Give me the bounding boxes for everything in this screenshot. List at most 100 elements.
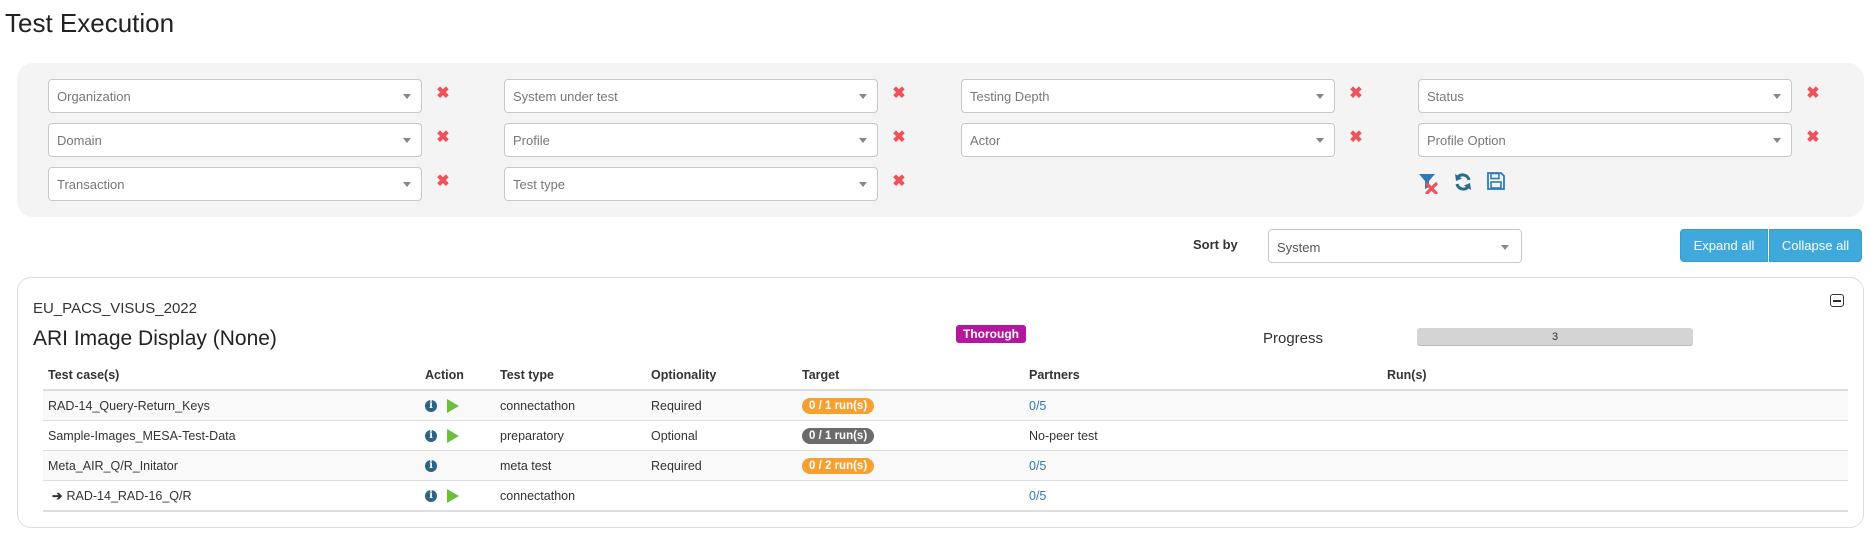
table-row: RAD-14_Query-Return_Keys i connectathon Req… (43, 389, 1848, 421)
cell-runs (1387, 420, 1848, 451)
filter-placeholder: Actor (970, 133, 1001, 148)
clear-filter-icon[interactable]: ✖ (892, 130, 906, 146)
cell-test-type: preparatory (495, 420, 646, 451)
chevron-down-icon (1773, 94, 1781, 99)
partners-value: No-peer test (1029, 428, 1098, 443)
col-target: Target (797, 361, 1024, 391)
collapse-all-button[interactable]: Collapse all (1769, 229, 1862, 262)
cell-runs (1387, 480, 1848, 512)
filter-placeholder: Transaction (57, 177, 125, 192)
chevron-down-icon (859, 94, 867, 99)
test-case-name[interactable]: RAD-14_RAD-16_Q/R (66, 489, 191, 503)
test-case-name[interactable]: Meta_AIR_Q/R_Initator (48, 459, 178, 473)
test-cases-table: Test case(s) Action Test type Optionalit… (43, 361, 1848, 512)
table-header-row: Test case(s) Action Test type Optionalit… (43, 361, 1848, 391)
target-runs-badge: 0 / 2 run(s) (802, 457, 875, 474)
cell-test-type: connectathon (495, 389, 646, 421)
chevron-down-icon (403, 94, 411, 99)
cell-action: i (420, 420, 495, 451)
cell-test-type: meta test (495, 450, 646, 481)
cell-runs (1387, 450, 1848, 481)
cell-partners: 0/5 (1024, 389, 1387, 421)
partners-value[interactable]: 0/5 (1029, 459, 1046, 473)
cell-test-case: Meta_AIR_Q/R_Initator (43, 450, 420, 481)
filter-placeholder: Status (1427, 89, 1464, 104)
refresh-icon[interactable] (1453, 172, 1473, 197)
cell-optionality: Required (646, 389, 797, 421)
cell-runs (1387, 389, 1848, 421)
cell-action: i (420, 450, 495, 481)
table-row: Sample-Images_MESA-Test-Data i preparatory… (43, 420, 1848, 451)
expand-all-button[interactable]: Expand all (1680, 229, 1768, 262)
clear-filter-icon[interactable]: ✖ (892, 174, 906, 190)
clear-filter-icon[interactable]: ✖ (436, 86, 450, 102)
collapse-card-icon[interactable] (1830, 294, 1844, 307)
clear-filter-icon[interactable]: ✖ (436, 174, 450, 190)
filter-placeholder: Profile (513, 133, 550, 148)
table-row: Meta_AIR_Q/R_Initator i meta test Required 0… (43, 450, 1848, 481)
cell-partners: 0/5 (1024, 450, 1387, 481)
filter-select-profile[interactable]: Profile (504, 123, 878, 157)
progress-bar: 3 (1417, 328, 1693, 346)
filter-select-organization[interactable]: Organization (48, 79, 422, 113)
target-runs-badge: 0 / 1 run(s) (802, 427, 875, 444)
clear-filter-icon[interactable]: ✖ (1349, 130, 1363, 146)
sort-by-label: Sort by (1193, 237, 1238, 252)
table-row: ➔ RAD-14_RAD-16_Q/R i connectathon 0/5 (43, 480, 1848, 512)
chevron-down-icon (859, 182, 867, 187)
cell-optionality: Required (646, 450, 797, 481)
clear-filter-icon[interactable]: ✖ (1806, 130, 1820, 146)
cell-test-type: connectathon (495, 480, 646, 512)
cell-target (797, 480, 1024, 512)
arrow-right-icon: ➔ (52, 489, 63, 503)
chevron-down-icon (403, 138, 411, 143)
cell-optionality (646, 480, 797, 512)
col-test-type: Test type (495, 361, 646, 391)
chevron-down-icon (1773, 138, 1781, 143)
filter-select-actor[interactable]: Actor (961, 123, 1335, 157)
filter-select-test-type[interactable]: Test type (504, 167, 878, 201)
testing-depth-badge: Thorough (956, 325, 1026, 343)
chevron-down-icon (1501, 245, 1509, 250)
clear-filter-icon[interactable]: ✖ (1806, 86, 1820, 102)
info-icon[interactable]: i (425, 489, 437, 502)
cell-optionality: Optional (646, 420, 797, 451)
filter-placeholder: Organization (57, 89, 131, 104)
clear-filter-icon[interactable]: ✖ (1349, 86, 1363, 102)
actor-title: ARI Image Display (None) (33, 327, 277, 350)
cell-partners: 0/5 (1024, 480, 1387, 512)
chevron-down-icon (1316, 138, 1324, 143)
clear-filter-icon[interactable]: ✖ (892, 86, 906, 102)
filter-placeholder: Testing Depth (970, 89, 1050, 104)
partners-value[interactable]: 0/5 (1029, 489, 1046, 503)
sort-by-value: System (1277, 240, 1321, 255)
clear-filter-icon[interactable]: ✖ (436, 130, 450, 146)
test-case-name[interactable]: RAD-14_Query-Return_Keys (48, 399, 210, 413)
filter-select-status[interactable]: Status (1418, 79, 1792, 113)
test-case-name[interactable]: Sample-Images_MESA-Test-Data (48, 429, 236, 443)
partners-value[interactable]: 0/5 (1029, 399, 1046, 413)
filter-select-transaction[interactable]: Transaction (48, 167, 422, 201)
info-icon[interactable]: i (425, 399, 437, 412)
filter-placeholder: System under test (513, 89, 618, 104)
play-icon[interactable] (447, 488, 459, 503)
filter-select-testing-depth[interactable]: Testing Depth (961, 79, 1335, 113)
cell-test-case: RAD-14_Query-Return_Keys (43, 389, 420, 421)
sort-by-select[interactable]: System (1268, 229, 1522, 263)
cell-target: 0 / 2 run(s) (797, 450, 1024, 481)
chevron-down-icon (1316, 94, 1324, 99)
cell-action: i (420, 480, 495, 512)
progress-value: 3 (1551, 331, 1559, 343)
play-icon[interactable] (447, 398, 459, 413)
info-icon[interactable]: i (425, 429, 437, 442)
save-icon[interactable] (1487, 172, 1505, 195)
col-test-cases: Test case(s) (43, 361, 420, 391)
filter-select-system-under-test[interactable]: System under test (504, 79, 878, 113)
progress-label: Progress (1263, 330, 1324, 347)
filter-select-profile-option[interactable]: Profile Option (1418, 123, 1792, 157)
filter-select-domain[interactable]: Domain (48, 123, 422, 157)
clear-filters-icon[interactable] (1418, 172, 1440, 199)
info-icon[interactable]: i (425, 460, 437, 473)
play-icon[interactable] (447, 428, 459, 443)
page-title: Test Execution (5, 8, 175, 38)
